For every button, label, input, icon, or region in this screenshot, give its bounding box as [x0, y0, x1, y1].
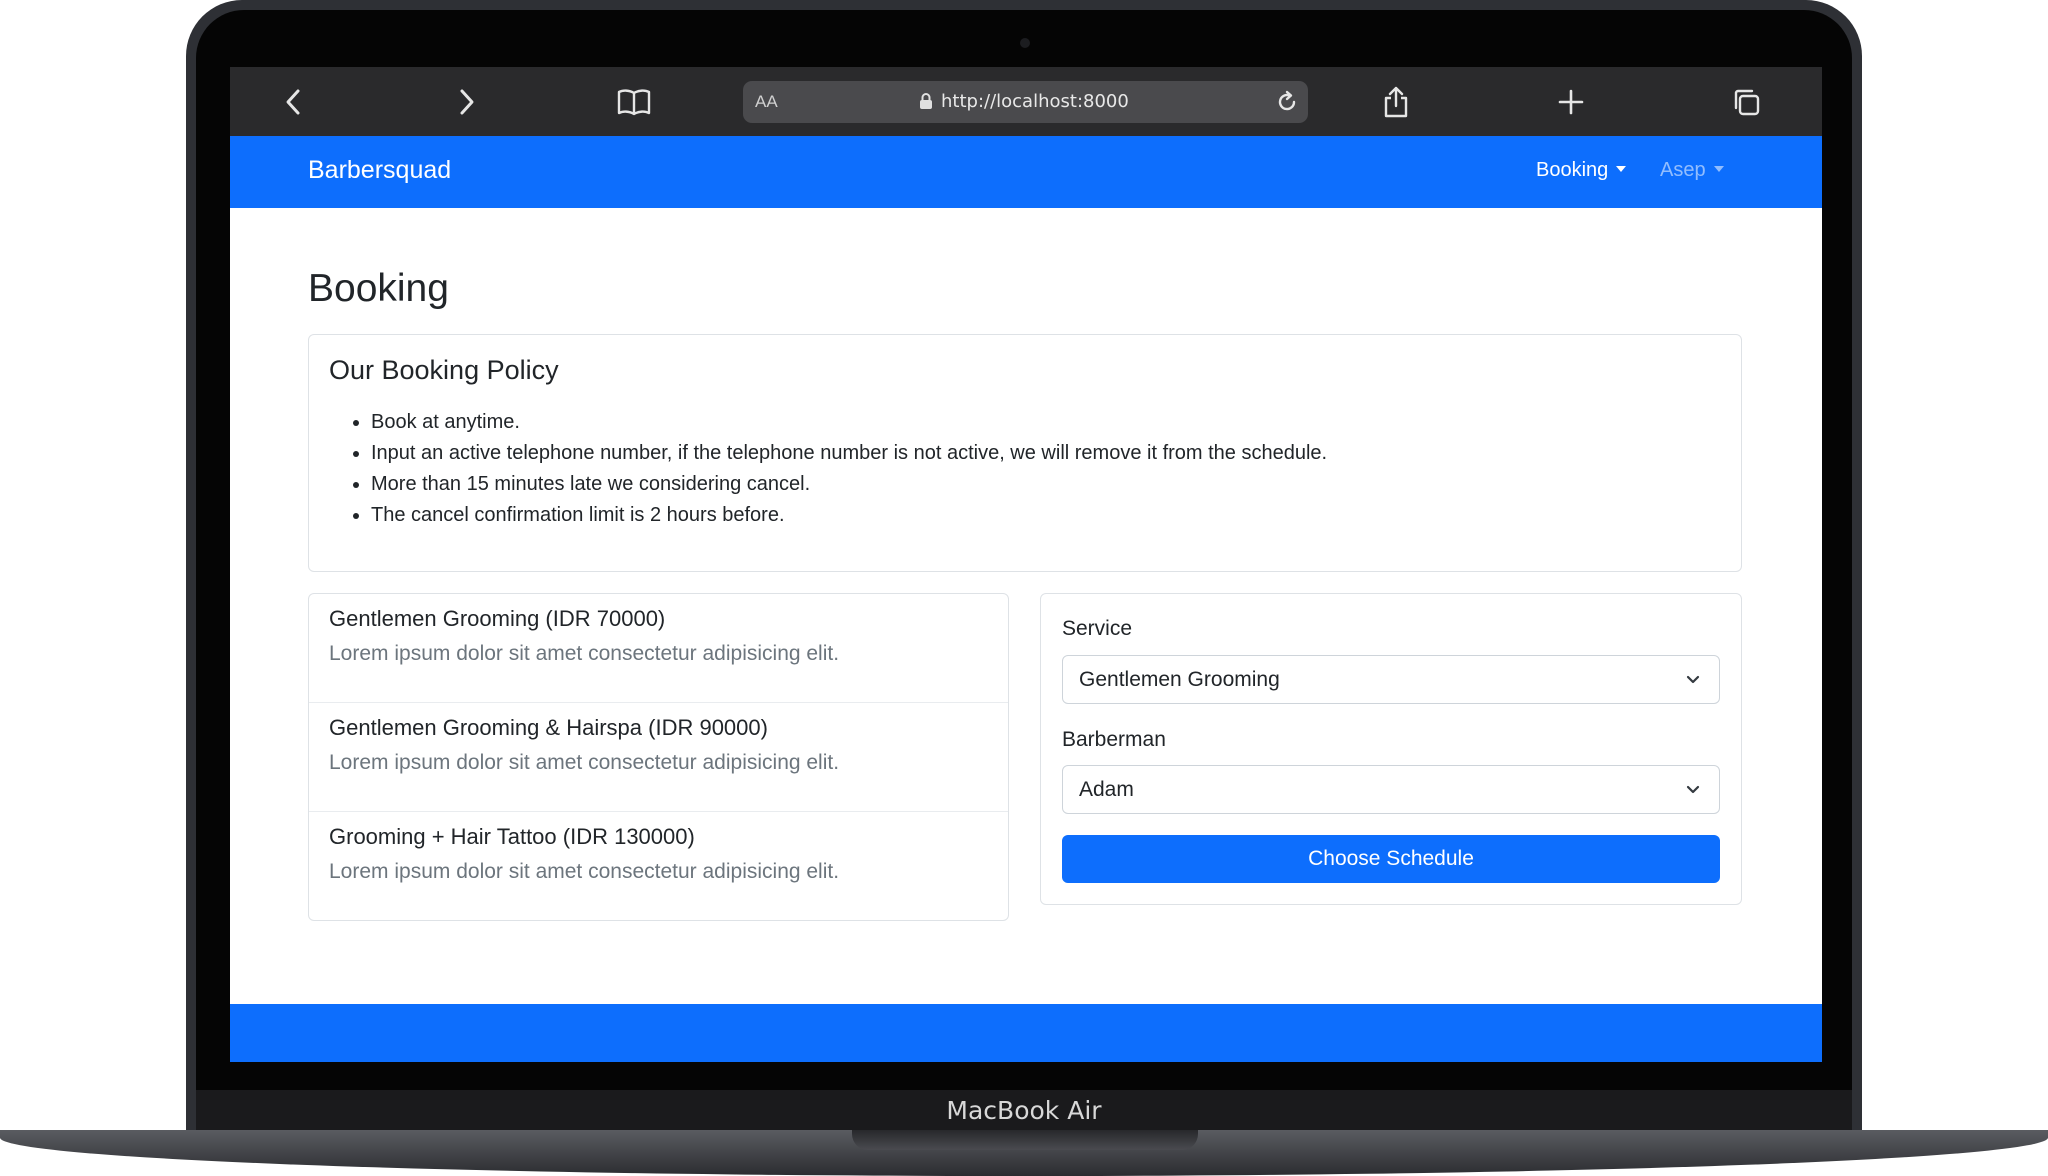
app-footer	[230, 1004, 1822, 1062]
barberman-select[interactable]: Adam	[1062, 765, 1720, 814]
laptop-notch	[852, 1130, 1198, 1150]
service-list-item: Gentlemen Grooming (IDR 70000) Lorem ips…	[309, 594, 1008, 703]
service-name: Gentlemen Grooming (IDR 70000)	[329, 606, 666, 631]
nav-user-label: Asep	[1660, 159, 1706, 181]
policy-list: Book at anytime. Input an active telepho…	[371, 407, 1327, 531]
page-title: Booking	[308, 267, 449, 310]
tabs-overview-icon[interactable]	[1726, 82, 1766, 122]
booking-form-card: Service Gentlemen Grooming Barberman Ada…	[1040, 593, 1742, 905]
forward-icon[interactable]	[446, 82, 486, 122]
share-icon[interactable]	[1376, 82, 1416, 122]
choose-schedule-button[interactable]: Choose Schedule	[1062, 835, 1720, 883]
new-tab-icon[interactable]	[1551, 82, 1591, 122]
barberman-label: Barberman	[1062, 728, 1166, 751]
bookmarks-icon[interactable]	[614, 82, 654, 122]
service-name: Gentlemen Grooming & Hairspa (IDR 90000)	[329, 715, 768, 740]
booking-policy-card: Our Booking Policy Book at anytime. Inpu…	[308, 334, 1742, 572]
service-select-value: Gentlemen Grooming	[1079, 668, 1280, 691]
nav-user-dropdown[interactable]: Asep	[1660, 159, 1724, 182]
caret-down-icon	[1616, 166, 1627, 172]
camera-icon	[1020, 38, 1030, 48]
services-list: Gentlemen Grooming (IDR 70000) Lorem ips…	[308, 593, 1009, 921]
service-description: Lorem ipsum dolor sit amet consectetur a…	[329, 751, 840, 774]
reload-icon[interactable]	[1274, 89, 1300, 120]
lock-icon	[919, 92, 933, 115]
laptop-mockup: MacBook Air AA http://localhost:8000 Bar…	[0, 0, 2048, 1176]
service-description: Lorem ipsum dolor sit amet consectetur a…	[329, 642, 840, 665]
policy-title: Our Booking Policy	[329, 355, 559, 385]
nav-booking-dropdown[interactable]: Booking	[1536, 159, 1627, 182]
screen: AA http://localhost:8000 Barbersquad Boo…	[230, 67, 1822, 1062]
browser-toolbar: AA http://localhost:8000	[230, 67, 1822, 136]
service-label: Service	[1062, 617, 1133, 640]
barberman-select-value: Adam	[1079, 778, 1134, 801]
policy-item: Input an active telephone number, if the…	[371, 438, 1327, 469]
policy-item: Book at anytime.	[371, 407, 1327, 438]
app-navbar: Barbersquad Booking Asep	[230, 136, 1822, 208]
reader-aa-button[interactable]: AA	[755, 92, 778, 112]
policy-item: More than 15 minutes late we considering…	[371, 469, 1327, 500]
chevron-down-icon	[1685, 673, 1701, 692]
caret-down-icon	[1713, 166, 1724, 172]
chevron-down-icon	[1685, 783, 1701, 802]
service-list-item: Gentlemen Grooming & Hairspa (IDR 90000)…	[309, 703, 1008, 812]
device-model-label: MacBook Air	[946, 1096, 1102, 1125]
policy-item: The cancel confirmation limit is 2 hours…	[371, 500, 1327, 531]
url-text: http://localhost:8000	[941, 91, 1129, 112]
back-icon[interactable]	[274, 82, 314, 122]
brand-logo-text[interactable]: Barbersquad	[308, 156, 451, 185]
service-description: Lorem ipsum dolor sit amet consectetur a…	[329, 860, 840, 883]
service-name: Grooming + Hair Tattoo (IDR 130000)	[329, 824, 695, 849]
nav-booking-label: Booking	[1536, 159, 1609, 181]
service-select[interactable]: Gentlemen Grooming	[1062, 655, 1720, 704]
service-list-item: Grooming + Hair Tattoo (IDR 130000) Lore…	[309, 812, 1008, 921]
address-bar[interactable]: AA http://localhost:8000	[743, 81, 1308, 123]
